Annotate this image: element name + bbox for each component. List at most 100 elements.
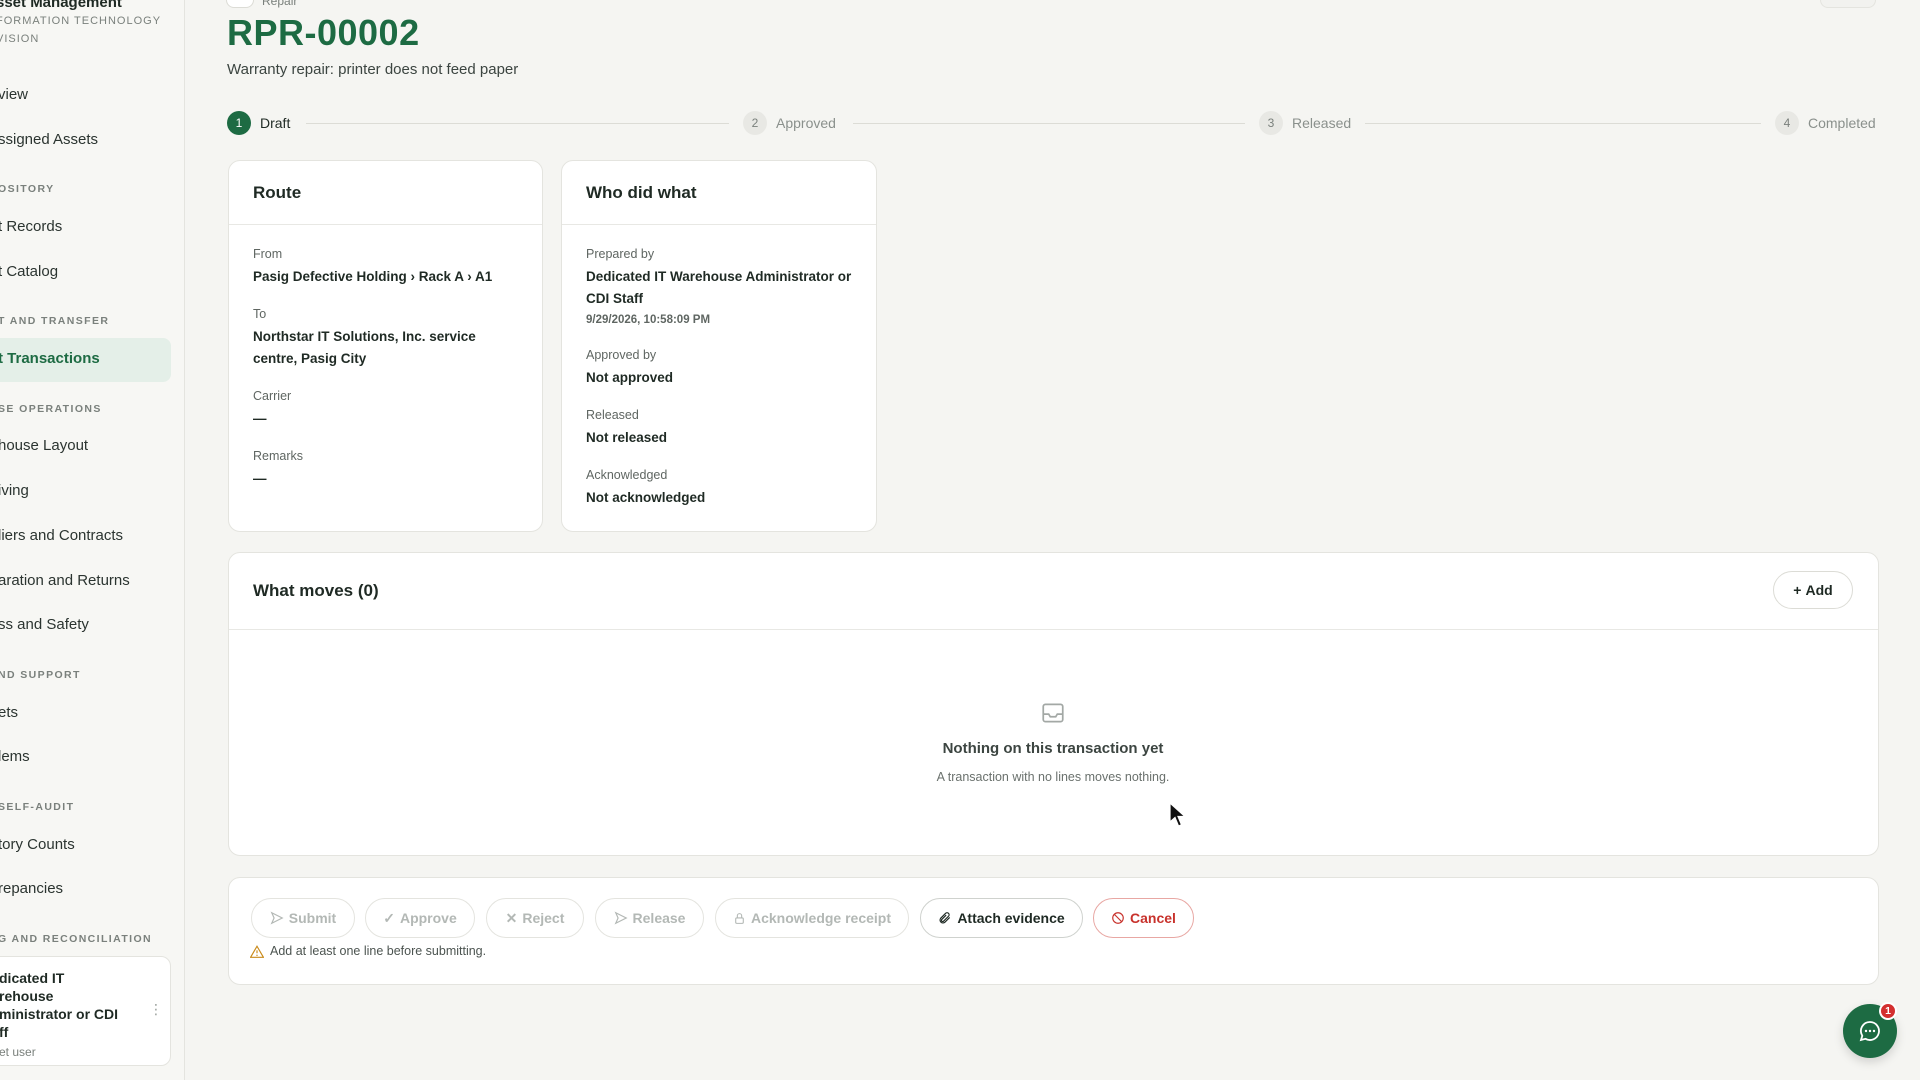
sidebar-item-discrepancies[interactable]: repancies — [0, 880, 63, 897]
sidebar-item-overview[interactable]: view — [0, 86, 28, 103]
sidebar-item-asset-catalog[interactable]: t Catalog — [0, 263, 58, 280]
check-icon: ✓ — [383, 909, 395, 926]
carrier-value: — — [253, 411, 267, 426]
carrier-label: Carrier — [253, 389, 292, 403]
sidebar-item-tickets[interactable]: ets — [0, 704, 18, 721]
reject-label: Reject — [522, 910, 565, 926]
step-number: 1 — [227, 111, 251, 135]
step-label: Completed — [1808, 115, 1876, 131]
acknowledged-label: Acknowledged — [586, 468, 668, 482]
step-label: Approved — [776, 115, 836, 131]
empty-state-subtitle: A transaction with no lines moves nothin… — [936, 770, 1170, 784]
step-connector — [306, 123, 729, 124]
release-label: Release — [632, 910, 686, 926]
page-title: RPR-00002 — [227, 12, 420, 53]
back-button[interactable] — [226, 0, 254, 8]
release-button[interactable]: Release — [595, 898, 704, 938]
to-value: Northstar IT Solutions, Inc. service cen… — [253, 329, 476, 366]
sidebar-item-problems[interactable]: lems — [0, 748, 30, 765]
warning-icon — [250, 944, 264, 958]
step-number: 4 — [1775, 111, 1799, 135]
brand-title: sset Management — [0, 0, 122, 11]
sidebar-item-inventory-counts[interactable]: tory Counts — [0, 836, 75, 853]
breadcrumb[interactable]: Repair — [262, 0, 297, 8]
prepared-by-label: Prepared by — [586, 247, 655, 261]
approved-by-value: Not approved — [586, 370, 674, 385]
card-title: Route — [253, 183, 302, 202]
reject-button[interactable]: ✕ Reject — [486, 898, 584, 938]
warning-text: Add at least one line before submitting. — [270, 944, 487, 958]
from-label: From — [253, 247, 283, 261]
cancel-label: Cancel — [1130, 910, 1176, 926]
sidebar-section-support: ND SUPPORT — [0, 669, 81, 681]
notification-badge: 1 — [1879, 1002, 1897, 1020]
send-icon — [270, 911, 284, 925]
card-title: What moves (0) — [253, 581, 379, 600]
card-header: Who did what — [562, 161, 876, 225]
sidebar-item-assigned-assets[interactable]: ssigned Assets — [0, 131, 98, 148]
released-label: Released — [586, 408, 639, 422]
cancel-button[interactable]: Cancel — [1093, 898, 1194, 938]
card-header: What moves (0) — [229, 553, 1878, 630]
sidebar-item-separation[interactable]: aration and Returns — [0, 572, 130, 589]
acknowledge-receipt-button[interactable]: Acknowledge receipt — [715, 898, 909, 938]
sidebar-item-suppliers[interactable]: liers and Contracts — [0, 527, 123, 544]
step-label: Released — [1292, 115, 1352, 131]
from-value: Pasig Defective Holding › Rack A › A1 — [253, 269, 493, 284]
lock-icon — [735, 912, 744, 924]
sidebar-item-warehouse-layout[interactable]: house Layout — [0, 437, 88, 454]
remarks-label: Remarks — [253, 449, 304, 463]
brand-subtitle: FORMATION TECHNOLOGY VISION — [0, 15, 161, 45]
prepared-by-value: Dedicated IT Warehouse Administrator or … — [586, 269, 852, 306]
add-label: Add — [1805, 582, 1833, 598]
acknowledged-value: Not acknowledged — [586, 490, 706, 505]
sidebar-section-reconciliation: G AND RECONCILIATION — [0, 933, 152, 945]
card-header: Route — [229, 161, 542, 225]
submit-button[interactable]: Submit — [251, 898, 355, 938]
add-line-button[interactable]: + Add — [1773, 571, 1853, 609]
step-draft: 1 Draft — [227, 111, 290, 135]
acknowledge-label: Acknowledge receipt — [750, 910, 892, 926]
approve-button[interactable]: ✓ Approve — [365, 898, 475, 938]
more-vertical-icon[interactable]: ⋮ — [149, 1001, 163, 1018]
to-label: To — [253, 307, 267, 321]
route-card: Route From Pasig Defective Holding › Rac… — [228, 160, 543, 532]
plus-icon: + — [1793, 582, 1802, 598]
sidebar-item-receiving[interactable]: iving — [0, 482, 29, 499]
sidebar-section-warehouse: SE OPERATIONS — [0, 403, 102, 415]
user-name: dicated IT rehouse ministrator or CDI ff — [0, 970, 119, 1040]
sidebar-item-asset-transactions[interactable]: t Transactions — [0, 350, 100, 367]
remarks-value: — — [253, 471, 267, 486]
approve-label: Approve — [399, 910, 457, 926]
sidebar-section-repository: OSITORY — [0, 183, 55, 195]
who-did-what-card: Who did what Prepared by Dedicated IT Wa… — [561, 160, 877, 532]
step-connector — [853, 123, 1245, 124]
submit-warning: Add at least one line before submitting. — [250, 944, 486, 958]
submit-label: Submit — [288, 910, 337, 926]
header-action-button[interactable] — [1820, 0, 1876, 8]
sidebar-item-asset-records[interactable]: t Records — [0, 218, 62, 235]
page-subtitle: Warranty repair: printer does not feed p… — [227, 61, 519, 78]
x-icon: ✕ — [505, 909, 518, 926]
user-role: et user — [0, 1045, 36, 1059]
mouse-cursor-icon — [1169, 802, 1187, 827]
empty-state-title: Nothing on this transaction yet — [942, 740, 1164, 757]
sidebar: sset Management FORMATION TECHNOLOGY VIS… — [0, 0, 185, 1080]
ban-icon — [1112, 912, 1124, 924]
chat-icon — [1859, 1021, 1880, 1042]
attach-label: Attach evidence — [957, 910, 1065, 926]
step-label: Draft — [260, 115, 291, 131]
user-card[interactable]: dicated IT rehouse ministrator or CDI ff… — [0, 956, 171, 1066]
step-approved: 2 Approved — [743, 111, 836, 135]
released-value: Not released — [586, 430, 668, 445]
step-released: 3 Released — [1259, 111, 1351, 135]
step-completed: 4 Completed — [1775, 111, 1876, 135]
attach-evidence-button[interactable]: Attach evidence — [920, 898, 1083, 938]
sidebar-section-movement: T AND TRANSFER — [0, 315, 110, 327]
inbox-icon — [1042, 703, 1064, 723]
sidebar-section-self-audit: SELF-AUDIT — [0, 801, 75, 813]
step-number: 2 — [743, 111, 767, 135]
card-title: Who did what — [586, 183, 697, 202]
step-number: 3 — [1259, 111, 1283, 135]
sidebar-item-access-safety[interactable]: ss and Safety — [0, 616, 89, 633]
